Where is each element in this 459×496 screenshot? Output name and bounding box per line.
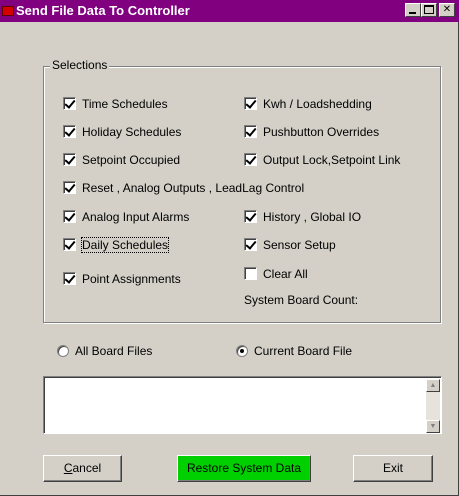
app-icon[interactable] xyxy=(2,6,14,16)
selections-legend: Selections xyxy=(50,58,110,72)
checkbox-label: History , Global IO xyxy=(263,210,362,224)
title-bar[interactable]: Send File Data To Controller ✕ xyxy=(0,0,459,22)
checkbox-label: Time Schedules xyxy=(82,97,168,111)
checkbox-box[interactable] xyxy=(244,125,257,138)
checkbox-label: Clear All xyxy=(263,267,308,281)
checkbox-box[interactable] xyxy=(244,238,257,251)
scroll-down-arrow-icon[interactable]: ▼ xyxy=(426,420,440,433)
checkbox-box[interactable] xyxy=(244,153,257,166)
maximize-button[interactable] xyxy=(421,3,437,17)
checkbox-label: Daily Schedules xyxy=(80,237,170,253)
scroll-up-arrow-icon[interactable]: ▲ xyxy=(426,379,440,392)
window-title: Send File Data To Controller xyxy=(16,3,190,18)
maximize-icon xyxy=(424,5,434,14)
checkbox-label: Setpoint Occupied xyxy=(82,153,181,167)
checkbox-label: Kwh / Loadshedding xyxy=(263,97,372,111)
checkbox-box[interactable] xyxy=(63,181,76,194)
checkbox-box[interactable] xyxy=(63,272,76,285)
checkbox-box[interactable] xyxy=(63,238,76,251)
close-button[interactable]: ✕ xyxy=(439,3,455,17)
radio-label: All Board Files xyxy=(75,344,153,358)
radio-circle[interactable] xyxy=(57,345,69,357)
system-board-count-label: System Board Count: xyxy=(244,293,359,307)
log-textarea[interactable]: ▲ ▼ xyxy=(43,376,442,434)
checkbox-label: Output Lock,Setpoint Link xyxy=(263,153,401,167)
checkbox-box[interactable] xyxy=(244,267,257,280)
checkbox-label: Point Assignments xyxy=(82,272,181,286)
minimize-icon xyxy=(409,12,416,14)
checkbox-label: Sensor Setup xyxy=(263,238,336,252)
checkbox-label: Holiday Schedules xyxy=(82,125,182,139)
radio-label: Current Board File xyxy=(254,344,353,358)
minimize-button[interactable] xyxy=(405,3,421,17)
checkbox-label: Pushbutton Overrides xyxy=(263,125,380,139)
restore-system-data-button[interactable]: Restore System Data xyxy=(177,455,311,482)
checkbox-label: Analog Input Alarms xyxy=(82,210,190,224)
exit-button[interactable]: Exit xyxy=(353,455,433,482)
radio-circle[interactable] xyxy=(236,345,248,357)
cancel-button[interactable]: Cancel xyxy=(43,455,122,482)
checkbox-box[interactable] xyxy=(63,210,76,223)
vertical-scrollbar[interactable]: ▲ ▼ xyxy=(426,379,440,433)
send-file-data-window: Send File Data To Controller ✕ Selection… xyxy=(0,0,459,496)
close-icon: ✕ xyxy=(442,4,452,15)
checkbox-box[interactable] xyxy=(63,125,76,138)
checkbox-label: Reset , Analog Outputs , LeadLag Control xyxy=(82,181,305,195)
checkbox-box[interactable] xyxy=(63,97,76,110)
checkbox-box[interactable] xyxy=(244,97,257,110)
checkbox-box[interactable] xyxy=(244,210,257,223)
checkbox-box[interactable] xyxy=(63,153,76,166)
